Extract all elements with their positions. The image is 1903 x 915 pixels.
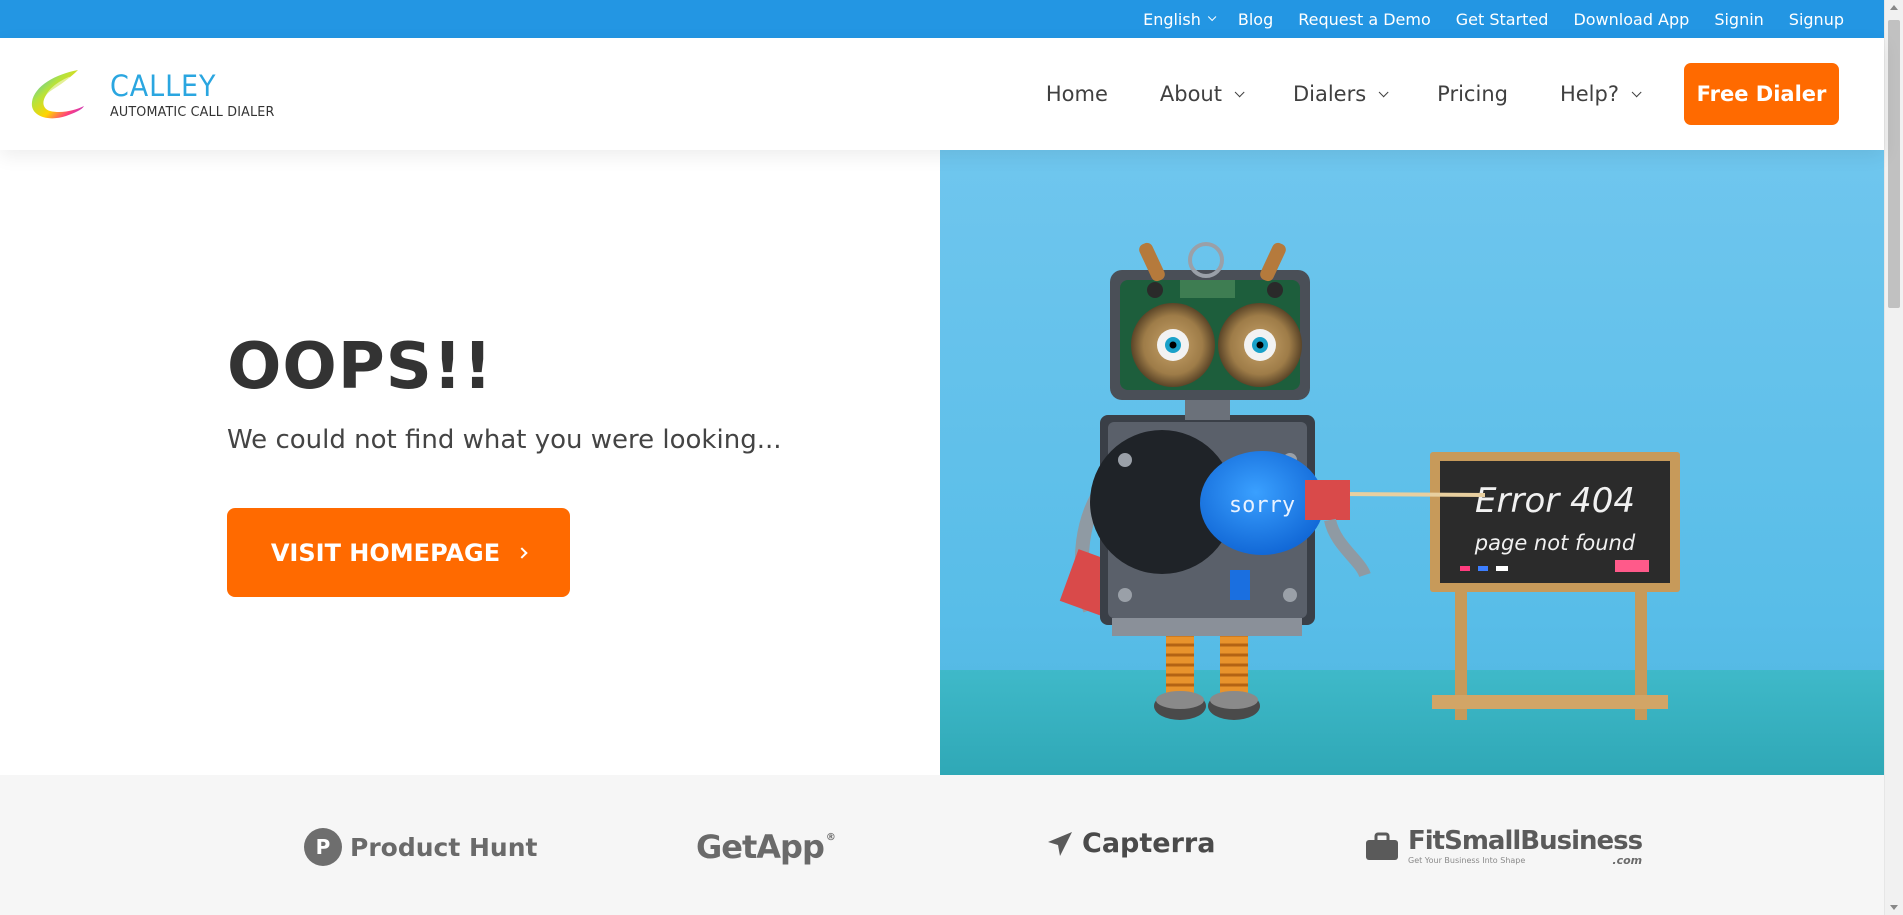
nav-help[interactable]: Help?	[1559, 82, 1642, 106]
fitsmallbusiness-suffix: .com	[1612, 854, 1643, 867]
logo-title: CALLEY	[110, 69, 217, 103]
nav-about-label: About	[1159, 82, 1222, 106]
signin-link[interactable]: Signin	[1714, 10, 1763, 29]
language-label: English	[1143, 9, 1201, 29]
nav-help-label: Help?	[1559, 82, 1619, 106]
main-header: CALLEY AUTOMATIC CALL DIALER Home About …	[0, 38, 1884, 150]
error-message: We could not find what you were looking.…	[227, 425, 782, 455]
blog-link[interactable]: Blog	[1238, 10, 1273, 29]
chevron-right-icon	[516, 546, 528, 559]
fitsmallbusiness-name: FitSmallBusiness	[1408, 826, 1643, 856]
request-demo-link[interactable]: Request a Demo	[1298, 10, 1431, 29]
error-message-panel: OOPS!! We could not find what you were l…	[0, 150, 940, 775]
calley-logo-icon	[31, 70, 84, 119]
scroll-down-arrow-icon[interactable]	[1890, 905, 1898, 910]
calley-logo[interactable]: CALLEY AUTOMATIC CALL DIALER	[26, 64, 285, 126]
free-dialer-button[interactable]: Free Dialer	[1684, 63, 1839, 125]
getapp-name: GetApp	[696, 828, 825, 866]
product-hunt-badge: P	[304, 828, 342, 866]
fitsmallbusiness-logo[interactable]: FitSmallBusiness Get Your Business Into …	[1364, 826, 1643, 867]
product-hunt-logo[interactable]: P Product Hunt	[304, 828, 537, 866]
logo-subtitle: AUTOMATIC CALL DIALER	[110, 104, 275, 120]
language-selector[interactable]: English	[1143, 9, 1217, 29]
main-nav: Home About Dialers Pricing Help? Free Di…	[1046, 63, 1839, 125]
product-hunt-name: Product Hunt	[350, 832, 538, 862]
chevron-down-icon	[1234, 86, 1245, 97]
page-scrollbar[interactable]	[1884, 0, 1903, 915]
board-text-notfound: page not found	[1474, 531, 1636, 555]
robot-screen-text: sorry	[1229, 493, 1295, 518]
nav-pricing-label: Pricing	[1437, 82, 1508, 106]
fitsmallbusiness-tagline: Get Your Business Into Shape	[1408, 855, 1526, 865]
board-text-error: Error 404	[1475, 481, 1635, 521]
top-utility-bar: English Blog Request a Demo Get Started …	[0, 0, 1884, 38]
briefcase-icon	[1366, 832, 1398, 860]
nav-home[interactable]: Home	[1046, 82, 1108, 106]
scroll-thumb[interactable]	[1888, 20, 1900, 308]
visit-homepage-label: VISIT HOMEPAGE	[270, 538, 501, 567]
getapp-logo[interactable]: GetApp ®	[696, 828, 836, 866]
get-started-link[interactable]: Get Started	[1456, 10, 1549, 29]
chevron-down-icon	[1631, 86, 1642, 97]
nav-dialers[interactable]: Dialers	[1292, 82, 1389, 106]
review-sites-strip: P Product Hunt GetApp ® Capterra FitSmal…	[0, 775, 1884, 915]
chevron-down-icon	[1207, 12, 1217, 22]
visit-homepage-button[interactable]: VISIT HOMEPAGE	[227, 508, 570, 597]
robot-404-illustration: Error 404 page not found sorry	[940, 150, 1884, 775]
error-heading: OOPS!!	[227, 330, 494, 404]
robot-404-image: Error 404 page not found sorry	[940, 150, 1884, 775]
capterra-name: Capterra	[1082, 828, 1216, 859]
top-links: English Blog Request a Demo Get Started …	[1143, 0, 1844, 38]
logo-text: CALLEY AUTOMATIC CALL DIALER	[110, 70, 285, 120]
nav-dialers-label: Dialers	[1292, 82, 1367, 106]
scroll-up-arrow-icon[interactable]	[1890, 5, 1898, 10]
signup-link[interactable]: Signup	[1789, 10, 1844, 29]
nav-about[interactable]: About	[1159, 82, 1245, 106]
nav-home-label: Home	[1045, 82, 1108, 106]
getapp-registered-mark: ®	[825, 832, 836, 843]
download-app-link[interactable]: Download App	[1573, 10, 1689, 29]
chevron-down-icon	[1378, 86, 1389, 97]
capterra-logo[interactable]: Capterra	[1046, 828, 1215, 859]
robot-body: sorry	[1090, 415, 1324, 636]
nav-pricing[interactable]: Pricing	[1437, 82, 1508, 106]
capterra-arrow-icon	[1048, 831, 1072, 856]
